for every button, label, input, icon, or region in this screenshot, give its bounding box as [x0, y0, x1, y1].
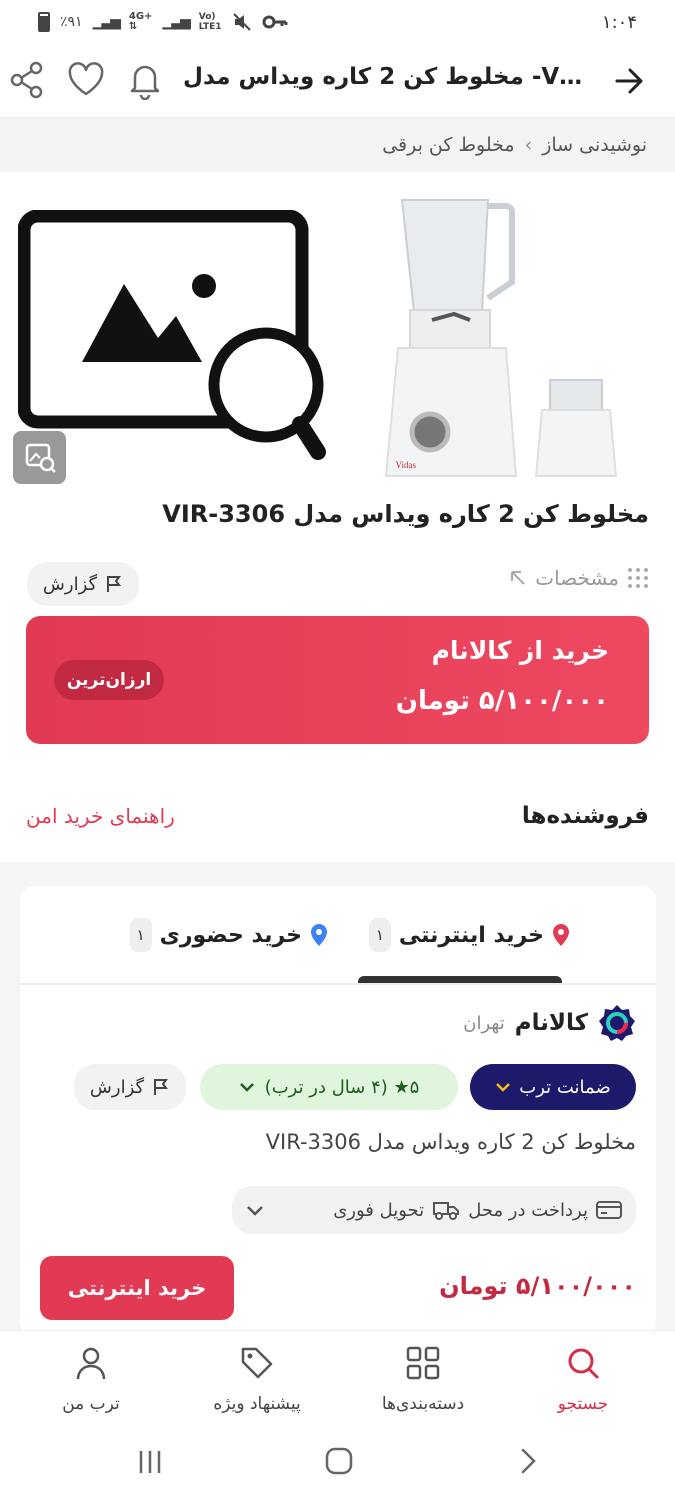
nav-profile-label: ترب من [62, 1394, 120, 1414]
chevron-down-icon [496, 1083, 511, 1092]
blender-product-photo: Vidas [384, 199, 618, 477]
tag-icon [241, 1347, 273, 1379]
seller-price: ۵/۱۰۰/۰۰۰ تومان [439, 1272, 636, 1300]
location-pin-icon [311, 924, 327, 946]
delivery-label: تحویل فوری [333, 1199, 425, 1221]
search-icon [568, 1348, 599, 1379]
report-label: گزارش [42, 573, 98, 595]
payment-label: پرداخت در محل [468, 1199, 588, 1221]
mute-icon [232, 13, 251, 31]
bell-icon[interactable] [126, 60, 164, 100]
tab-in-person-count: ۱ [129, 918, 152, 952]
network-4g-icon: 4G+ ⇅ [128, 11, 153, 32]
brand-logo: Vidas [396, 460, 417, 470]
seller-info[interactable]: کالانام تهران [463, 1004, 636, 1042]
specs-link[interactable]: مشخصات [509, 566, 649, 590]
nav-special-offers[interactable]: پیشنهاد ویژه [187, 1345, 327, 1414]
recent-apps-icon[interactable] [136, 1448, 164, 1476]
nav-search[interactable]: جستجو [513, 1345, 653, 1414]
nav-search-label: جستجو [557, 1394, 609, 1414]
vpn-key-icon [262, 15, 288, 29]
delivery-options[interactable]: پرداخت در محل تحویل فوری [232, 1186, 636, 1234]
nav-special-offers-label: پیشنهاد ویژه [213, 1394, 301, 1414]
seller-rating-badge[interactable]: ۵★ (۴ سال در ترب) [200, 1064, 458, 1110]
chevron-down-icon [247, 1206, 263, 1216]
location-pin-icon [553, 924, 569, 946]
user-icon [76, 1347, 106, 1380]
page-title: مخلوط کن 2 کاره ویداس مدل -VIR... [183, 64, 583, 90]
image-search-icon [25, 443, 56, 473]
share-icon[interactable] [8, 60, 46, 100]
seller-report-label: گزارش [89, 1076, 145, 1098]
volte-icon: Vo) LTE1 [198, 12, 222, 32]
flag-icon [154, 1079, 169, 1095]
guarantee-label: ضمانت ترب [519, 1076, 611, 1098]
signal-icon: ▁▃▅ [162, 14, 190, 30]
seller-name: کالانام [514, 1010, 588, 1036]
seller-product-name: مخلوط کن 2 کاره ویداس مدل VIR-3306 [265, 1130, 636, 1154]
seller-city: تهران [463, 1012, 505, 1034]
flag-icon [107, 576, 122, 592]
bottom-navigation: جستجو دسته‌بندی‌ها پیشنهاد ویژه ترب من [0, 1330, 675, 1430]
tab-online-purchase[interactable]: خرید اینترنتی ۱ [368, 918, 570, 952]
top-app-bar: مخلوط کن 2 کاره ویداس مدل -VIR... [0, 44, 675, 118]
payment-option: پرداخت در محل تحویل فوری [333, 1199, 622, 1221]
nav-categories-label: دسته‌بندی‌ها [381, 1394, 465, 1414]
heart-icon[interactable] [66, 60, 106, 98]
grid-dots-icon [628, 568, 648, 588]
delivery-truck-icon [433, 1202, 460, 1220]
breadcrumb-separator: › [524, 134, 533, 156]
breadcrumb-item-blender[interactable]: مخلوط کن برقی [382, 134, 514, 156]
cheapest-badge: ارزان‌ترین [54, 660, 164, 700]
chevron-down-icon [239, 1083, 254, 1092]
seller-rating-label: ۵★ (۴ سال در ترب) [264, 1076, 420, 1098]
tab-in-person-label: خرید حضوری [159, 922, 302, 948]
tab-divider [20, 983, 656, 985]
safe-buy-guide-link[interactable]: راهنمای خرید امن [26, 804, 175, 828]
sellers-header: فروشنده‌ها راهنمای خرید امن [0, 770, 675, 862]
report-button[interactable]: گزارش [27, 562, 139, 606]
signal-icon: ▁▃▅ [92, 14, 121, 30]
product-title: مخلوط کن 2 کاره ویداس مدل VIR-3306 [162, 500, 649, 528]
breadcrumb-item-drink-maker[interactable]: نوشیدنی ساز [542, 134, 647, 156]
tab-online-count: ۱ [368, 918, 391, 952]
nav-categories[interactable]: دسته‌بندی‌ها [353, 1345, 493, 1414]
buy-store-label: خرید از کالانام [431, 636, 609, 665]
tab-in-person-purchase[interactable]: خرید حضوری ۱ [129, 918, 328, 952]
credit-card-icon [596, 1201, 622, 1219]
nav-profile[interactable]: ترب من [21, 1345, 161, 1414]
seller-logo-icon [599, 1005, 635, 1041]
tab-online-label: خرید اینترنتی [398, 922, 544, 948]
arrow-up-left-icon [511, 571, 525, 585]
home-icon[interactable] [324, 1446, 354, 1476]
back-icon[interactable] [514, 1446, 542, 1476]
seller-report-button[interactable]: گزارش [74, 1064, 186, 1110]
grid-icon [406, 1346, 440, 1380]
guarantee-badge[interactable]: ضمانت ترب [470, 1064, 636, 1110]
product-image-gallery[interactable]: Vidas [0, 172, 675, 488]
battery-level: ٪۹۱ [60, 14, 83, 30]
status-icons: ٪۹۱ ▁▃▅ 4G+ ⇅ ▁▃▅ Vo) LTE1 [38, 12, 288, 32]
clock: ۱:۰۴ [601, 11, 637, 33]
image-search-button[interactable] [13, 431, 66, 484]
specs-label: مشخصات [535, 566, 619, 590]
sellers-title: فروشنده‌ها [521, 803, 649, 829]
buy-cheapest-button[interactable]: خرید از کالانام ۵/۱۰۰/۰۰۰ تومان ارزان‌تر… [26, 616, 649, 744]
breadcrumb: نوشیدنی ساز › مخلوط کن برقی [0, 118, 675, 172]
buy-price: ۵/۱۰۰/۰۰۰ تومان [395, 686, 609, 716]
back-arrow-icon[interactable] [613, 66, 645, 96]
status-bar: ٪۹۱ ▁▃▅ 4G+ ⇅ ▁▃▅ Vo) LTE1 ۱:۰۴ [0, 0, 675, 44]
system-navigation-bar [0, 1430, 675, 1500]
sellers-card: خرید اینترنتی ۱ خرید حضوری ۱ کالانام تهر… [20, 886, 656, 1336]
battery-icon [38, 12, 50, 32]
buy-online-button[interactable]: خرید اینترنتی [40, 1256, 234, 1320]
